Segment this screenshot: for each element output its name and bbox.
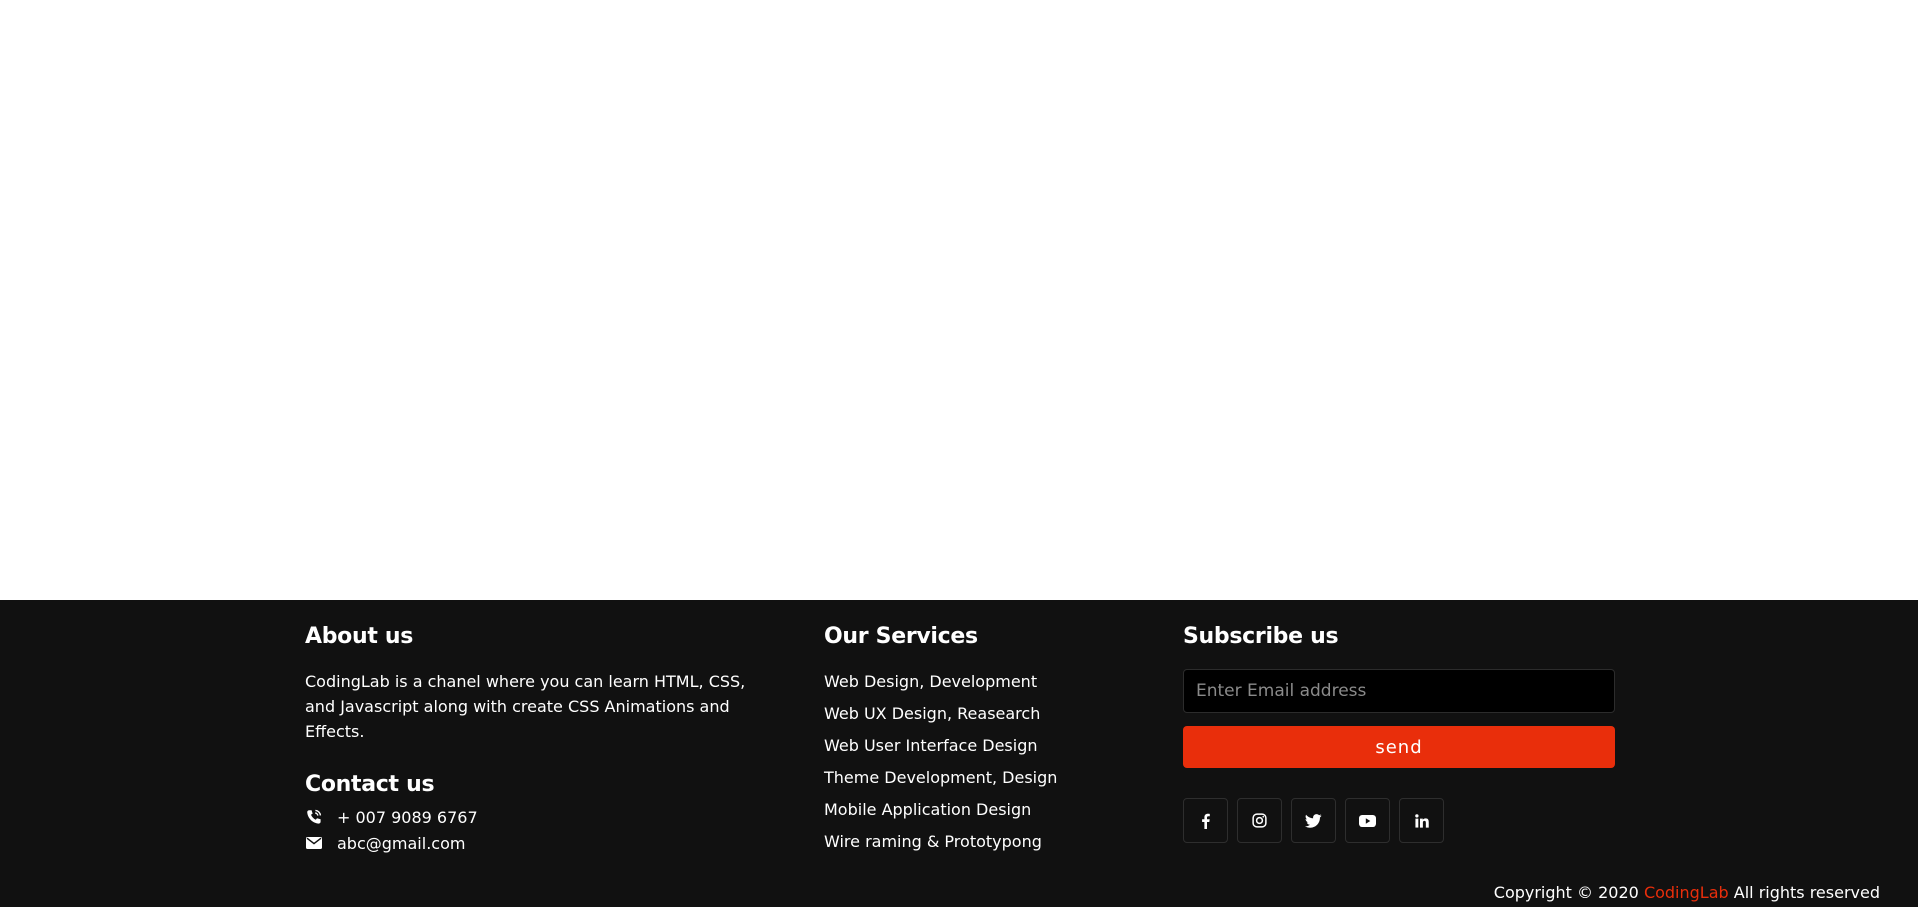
copyright-brand[interactable]: CodingLab xyxy=(1644,883,1729,902)
service-link[interactable]: Web User Interface Design xyxy=(824,736,1057,768)
facebook-icon xyxy=(1202,813,1210,829)
linkedin-link[interactable] xyxy=(1399,798,1444,843)
email-address[interactable]: abc@gmail.com xyxy=(337,834,465,853)
about-text: CodingLab is a chanel where you can lear… xyxy=(305,672,746,741)
contact-phone: + 007 9089 6767 xyxy=(305,806,478,828)
send-button[interactable]: send xyxy=(1183,726,1615,768)
services-list: Web Design, Development Web UX Design, R… xyxy=(824,672,1057,864)
instagram-icon xyxy=(1252,813,1267,828)
instagram-link[interactable] xyxy=(1237,798,1282,843)
subscribe-title: Subscribe us xyxy=(1183,624,1339,649)
page-content-area xyxy=(0,0,1918,600)
social-links xyxy=(1183,798,1444,843)
copyright-prefix: Copyright © 2020 xyxy=(1493,883,1639,902)
twitter-link[interactable] xyxy=(1291,798,1336,843)
phone-number: + 007 9089 6767 xyxy=(337,807,478,827)
phone-icon xyxy=(305,808,323,826)
facebook-link[interactable] xyxy=(1183,798,1228,843)
youtube-icon xyxy=(1359,814,1376,827)
linkedin-icon xyxy=(1414,813,1429,828)
copyright: Copyright © 2020 CodingLab All rights re… xyxy=(1494,883,1880,902)
services-title: Our Services xyxy=(824,624,978,649)
youtube-link[interactable] xyxy=(1345,798,1390,843)
contact-title: Contact us xyxy=(305,772,435,797)
copyright-suffix: All rights reserved xyxy=(1733,883,1880,902)
service-link[interactable]: Mobile Application Design xyxy=(824,800,1057,832)
contact-email: abc@gmail.com xyxy=(305,832,465,854)
about-title: About us xyxy=(305,624,414,649)
service-link[interactable]: Web UX Design, Reasearch xyxy=(824,704,1057,736)
site-footer: About us CodingLab is a chanel where you… xyxy=(0,600,1918,907)
email-input[interactable] xyxy=(1183,669,1615,713)
service-link[interactable]: Wire raming & Prototypong xyxy=(824,832,1057,864)
twitter-icon xyxy=(1305,813,1322,828)
service-link[interactable]: Web Design, Development xyxy=(824,672,1057,704)
envelope-icon xyxy=(305,834,323,852)
service-link[interactable]: Theme Development, Design xyxy=(824,768,1057,800)
